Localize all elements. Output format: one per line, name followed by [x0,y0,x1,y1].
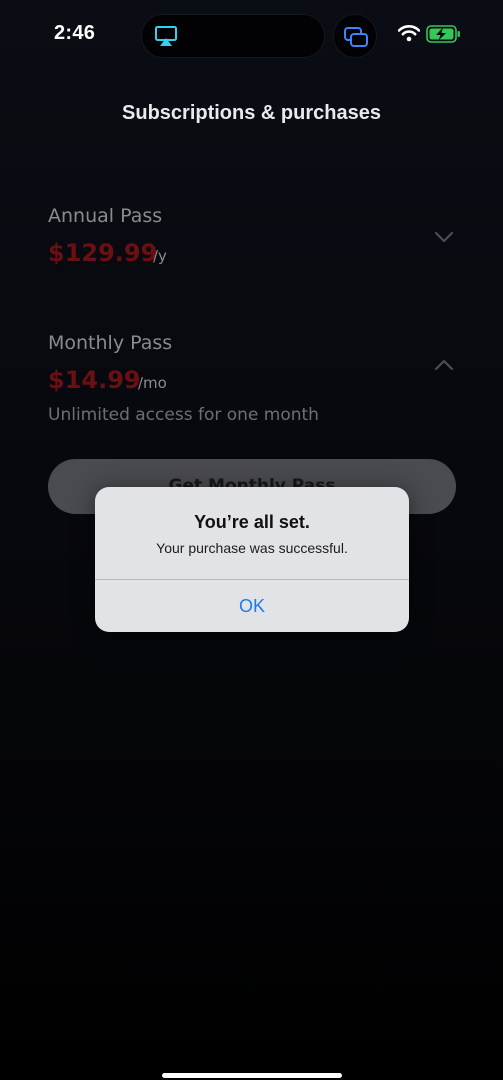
plan-monthly-pass[interactable]: Monthly Pass $14.99 /mo Unlimited access… [48,332,458,432]
alert-message: Your purchase was successful. [156,540,348,556]
chevron-down-icon[interactable] [434,231,454,243]
multitask-icon [344,27,368,47]
plan-period: /y [153,247,167,265]
plan-price: $14.99 [48,366,141,394]
app-screen: 2:46 Subscriptions & purchases Annual Pa… [0,0,503,1080]
airplay-icon [155,26,177,46]
multitask-bubble[interactable] [333,14,377,58]
plan-annual-pass[interactable]: Annual Pass $129.99 /y [48,205,458,275]
alert-title: You’re all set. [194,512,310,532]
battery-charging-icon [426,25,460,43]
alert-ok-button[interactable]: OK [95,580,409,632]
page-title: Subscriptions & purchases [122,102,381,124]
wifi-icon [398,25,420,42]
chevron-up-icon[interactable] [434,359,454,371]
home-indicator[interactable] [162,1073,342,1078]
status-bar: 2:46 [0,0,503,72]
plan-name: Monthly Pass [48,332,173,354]
plan-name: Annual Pass [48,205,163,227]
plan-period: /mo [138,374,167,392]
status-time: 2:46 [54,22,96,44]
plan-price: $129.99 [48,239,158,267]
purchase-success-alert: You’re all set. Your purchase was succes… [95,487,409,632]
dynamic-island[interactable] [141,14,325,58]
plan-description: Unlimited access for one month [48,405,319,425]
